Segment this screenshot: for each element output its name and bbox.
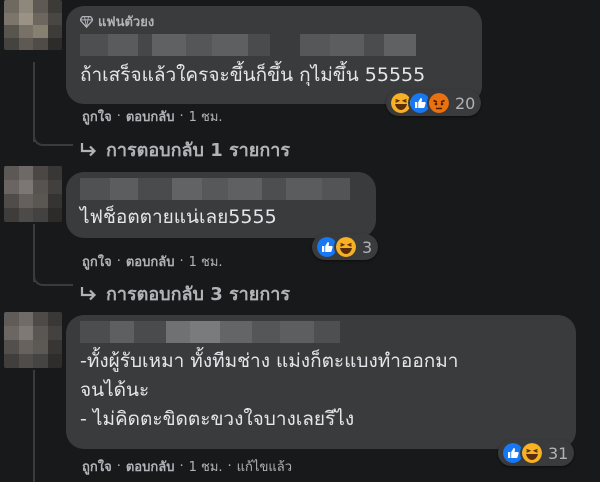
- top-fan-badge[interactable]: แฟนตัวยง: [80, 12, 468, 30]
- comment-actions: ถูกใจ · ตอบกลับ · 1 ชม.: [82, 251, 223, 272]
- comment-text: ไฟช็อตตายแน่เลย5555: [80, 206, 277, 228]
- like-link[interactable]: ถูกใจ: [82, 251, 112, 272]
- comment-text: -ทั้งผู้รับเหมา ทั้งทีมช่าง แม่งก็ตะแบงท…: [80, 350, 459, 430]
- like-link[interactable]: ถูกใจ: [82, 106, 112, 127]
- comment-bubble: ไฟช็อตตายแน่เลย5555: [66, 172, 376, 238]
- timestamp[interactable]: 1 ชม.: [189, 251, 223, 272]
- comment-actions: ถูกใจ · ตอบกลับ · 1 ชม. · แก้ไขแล้ว: [82, 456, 292, 477]
- timestamp[interactable]: 1 ชม.: [189, 456, 223, 477]
- timestamp[interactable]: 1 ชม.: [189, 106, 223, 127]
- reaction-summary[interactable]: 3: [312, 234, 379, 260]
- view-replies-link[interactable]: การตอบกลับ 3 รายการ: [80, 279, 290, 308]
- separator: ·: [116, 254, 121, 269]
- separator: ·: [116, 109, 121, 124]
- reply-link[interactable]: ตอบกลับ: [126, 251, 175, 272]
- avatar[interactable]: [4, 312, 62, 368]
- haha-icon: [520, 441, 544, 465]
- avatar[interactable]: [4, 0, 62, 50]
- avatar[interactable]: [4, 166, 62, 222]
- separator: ·: [179, 109, 184, 124]
- reply-connector: [33, 130, 73, 146]
- reply-arrow-icon: [80, 286, 97, 300]
- haha-icon: [334, 235, 358, 259]
- reply-arrow-icon: [80, 142, 97, 156]
- separator: ·: [227, 459, 232, 474]
- diamond-icon: [80, 15, 93, 28]
- reply-link[interactable]: ตอบกลับ: [126, 456, 175, 477]
- view-replies-label: การตอบกลับ 3 รายการ: [106, 284, 291, 305]
- reply-link[interactable]: ตอบกลับ: [126, 106, 175, 127]
- reaction-summary[interactable]: 31: [498, 440, 575, 466]
- view-replies-label: การตอบกลับ 1 รายการ: [106, 140, 291, 161]
- commenter-name[interactable]: [80, 321, 562, 345]
- edited-label: แก้ไขแล้ว: [236, 460, 292, 475]
- angry-icon: [427, 91, 451, 115]
- comment-text: ถ้าเสร็จแล้วใครจะขึ้นก็ขึ้น กุไม่ขึ้น 55…: [80, 64, 426, 86]
- commenter-name[interactable]: [80, 178, 362, 200]
- reply-connector: [33, 270, 73, 286]
- view-replies-link[interactable]: การตอบกลับ 1 รายการ: [80, 135, 290, 164]
- reaction-count: 20: [455, 93, 476, 113]
- commenter-name[interactable]: [80, 34, 468, 56]
- separator: ·: [179, 459, 184, 474]
- like-link[interactable]: ถูกใจ: [82, 456, 112, 477]
- reaction-summary[interactable]: 20: [386, 90, 482, 116]
- separator: ·: [116, 459, 121, 474]
- badge-label: แฟนตัวยง: [98, 14, 155, 30]
- thread-line: [33, 370, 35, 482]
- reaction-count: 31: [548, 443, 569, 463]
- reaction-count: 3: [362, 237, 373, 257]
- comment-bubble: -ทั้งผู้รับเหมา ทั้งทีมช่าง แม่งก็ตะแบงท…: [66, 315, 576, 449]
- separator: ·: [179, 254, 184, 269]
- comment-actions: ถูกใจ · ตอบกลับ · 1 ชม.: [82, 106, 223, 127]
